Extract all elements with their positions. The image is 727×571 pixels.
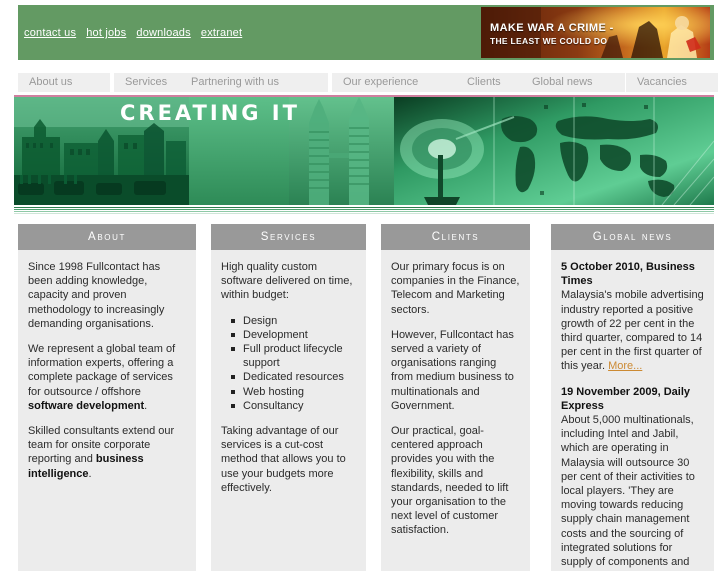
utility-links: contact us hot jobs downloads extranet	[24, 27, 249, 39]
column-services-body: High quality custom software delivered o…	[211, 250, 366, 571]
clients-paragraph-1: Our primary focus is on companies in the…	[391, 261, 520, 316]
services-intro: High quality custom software delivered o…	[221, 261, 353, 302]
hero-rule-4	[14, 213, 714, 214]
services-list-item: Dedicated resources	[231, 370, 356, 384]
news-item: 5 October 2010, Business Times Malaysia's…	[561, 260, 704, 374]
main-navigation: About us Services Partnering with us Our…	[18, 73, 718, 92]
nav-item-vacancies[interactable]: Vacancies	[626, 73, 718, 92]
about-p2-bold: software development	[28, 399, 145, 412]
nav-item-about-us[interactable]: About us	[18, 73, 110, 92]
news-item: 19 November 2009, Daily Express About 5,0…	[561, 385, 704, 571]
hero-title: CREATING IT	[120, 101, 300, 125]
column-global-news: Global news 5 October 2010, Business Tim…	[551, 224, 714, 571]
about-p2-text-a: We represent a global team of informatio…	[28, 343, 176, 398]
banner-line-1: MAKE WAR A CRIME -	[490, 22, 614, 34]
about-paragraph-1: Since 1998 Fullcontact has been adding k…	[28, 261, 165, 330]
hero-rule-1	[14, 207, 714, 208]
banner-line-2: THE LEAST WE COULD DO	[490, 35, 608, 46]
nav-item-global-news[interactable]: Global news	[521, 73, 625, 92]
nav-item-our-experience[interactable]: Our experience	[332, 73, 464, 92]
column-global-news-body: 5 October 2010, Business Times Malaysia's…	[551, 250, 714, 571]
hero-banner	[14, 97, 714, 205]
about-p2-text-c: .	[144, 399, 148, 412]
utility-link-downloads[interactable]: downloads	[136, 27, 190, 39]
hero-image-world-map-satellite	[394, 97, 714, 205]
column-services-heading: Services	[211, 224, 366, 250]
utility-link-hot-jobs[interactable]: hot jobs	[86, 27, 126, 39]
services-list-item: Full product lifecycle support	[231, 342, 356, 370]
news-item-body: About 5,000 multinationals, including In…	[561, 414, 695, 571]
column-clients-heading: Clients	[381, 224, 530, 250]
services-list: Design Development Full product lifecycl…	[221, 314, 356, 413]
nav-item-clients[interactable]: Clients	[456, 73, 528, 92]
make-war-a-crime-banner[interactable]: MAKE WAR A CRIME - THE LEAST WE COULD DO	[481, 7, 710, 58]
column-services: Services High quality custom software de…	[211, 224, 366, 571]
services-list-item: Consultancy	[231, 399, 356, 413]
hero-rule-2	[14, 209, 714, 210]
nav-item-partnering-with-us[interactable]: Partnering with us	[180, 73, 328, 92]
column-about-body: Since 1998 Fullcontact has been adding k…	[18, 250, 196, 571]
clients-paragraph-2: However, Fullcontact has served a variet…	[391, 328, 514, 412]
hero-image-twin-towers	[289, 97, 394, 205]
column-about: About Since 1998 Fullcontact has been ad…	[18, 224, 196, 571]
about-p3-text-c: .	[88, 467, 92, 480]
about-paragraph-2: We represent a global team of informatio…	[28, 342, 186, 413]
services-list-item: Web hosting	[231, 385, 356, 399]
news-item-title: 19 November 2009, Daily Express	[561, 385, 691, 412]
about-paragraph-3: Skilled consultants extend our team for …	[28, 424, 186, 481]
banner-text: MAKE WAR A CRIME - THE LEAST WE COULD DO	[490, 22, 614, 46]
clients-paragraph-3: Our practical, goal-centered approach pr…	[391, 425, 509, 537]
utility-link-contact-us[interactable]: contact us	[24, 27, 76, 39]
services-outro: Taking advantage of our services is a cu…	[221, 425, 346, 494]
utility-link-extranet[interactable]: extranet	[201, 27, 242, 39]
top-green-bar: contact us hot jobs downloads extranet M…	[18, 5, 714, 60]
column-about-heading: About	[18, 224, 196, 250]
news-item-more-link[interactable]: More...	[608, 360, 642, 372]
hero-rule-3	[14, 211, 714, 212]
column-clients: Clients Our primary focus is on companie…	[381, 224, 530, 571]
services-list-item: Development	[231, 328, 356, 342]
column-clients-body: Our primary focus is on companies in the…	[381, 250, 530, 571]
news-item-title: 5 October 2010, Business Times	[561, 261, 695, 288]
services-list-item: Design	[231, 314, 356, 328]
column-global-news-heading: Global news	[551, 224, 714, 250]
